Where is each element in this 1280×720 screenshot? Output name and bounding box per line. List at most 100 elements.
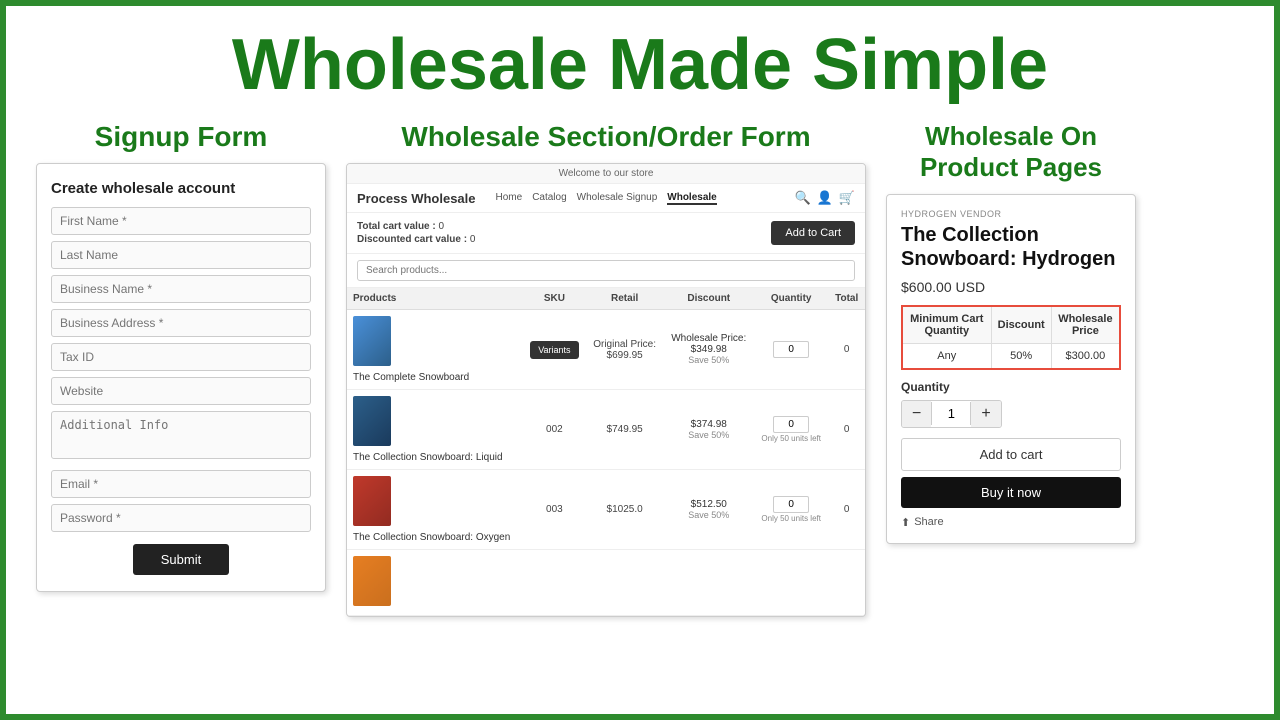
email-input[interactable]: [51, 470, 311, 498]
col-header-discount: Discount: [664, 288, 754, 310]
total-cart-label: Total cart value : 0: [357, 221, 475, 232]
qty-input-field[interactable]: [931, 402, 971, 425]
product-thumbnail: [353, 556, 391, 606]
ws-cart-info: Total cart value : 0 Discounted cart val…: [357, 221, 475, 245]
wt-header-price: WholesalePrice: [1051, 306, 1120, 344]
signup-box-title: Create wholesale account: [51, 180, 311, 197]
vendor-label: HYDROGEN VENDOR: [901, 209, 1121, 219]
ws-search-row: [347, 254, 865, 288]
ws-nav-links: Home Catalog Wholesale Signup Wholesale: [496, 192, 783, 205]
variants-button[interactable]: Variants: [530, 341, 578, 359]
add-to-cart-button[interactable]: Add to cart: [901, 438, 1121, 471]
product-pages-section-title: Wholesale OnProduct Pages: [886, 121, 1136, 183]
wholesale-price: Wholesale Price:$349.98 Save 50%: [670, 333, 748, 366]
wt-discount: 50%: [991, 343, 1051, 369]
total-cell: 0: [828, 390, 865, 470]
signup-section-title: Signup Form: [36, 121, 326, 153]
account-icon[interactable]: 👤: [817, 190, 833, 206]
product-page-box: HYDROGEN VENDOR The Collection Snowboard…: [886, 194, 1136, 544]
product-search-input[interactable]: [357, 260, 855, 281]
wt-price: $300.00: [1051, 343, 1120, 369]
password-input[interactable]: [51, 504, 311, 532]
quantity-stepper[interactable]: − +: [901, 400, 1002, 428]
sku-cell: 003: [523, 470, 586, 550]
ws-nav-brand: Process Wholesale: [357, 191, 476, 206]
retail-cell: $749.95: [586, 390, 664, 470]
retail-price: $1025.0: [592, 504, 658, 515]
quantity-input[interactable]: [773, 416, 809, 433]
col-header-sku: SKU: [523, 288, 586, 310]
wt-min-qty: Any: [902, 343, 991, 369]
tax-id-input[interactable]: [51, 343, 311, 371]
quantity-cell[interactable]: Only 50 units left: [754, 390, 828, 470]
table-row: The Complete Snowboard Variants Original…: [347, 310, 865, 390]
table-row: [347, 550, 865, 616]
product-cell: The Complete Snowboard: [347, 310, 523, 390]
col-header-total: Total: [828, 288, 865, 310]
nav-link-catalog[interactable]: Catalog: [532, 192, 566, 205]
retail-cell: $1025.0: [586, 470, 664, 550]
wt-header-min-qty: Minimum CartQuantity: [902, 306, 991, 344]
ws-topbar: Welcome to our store: [347, 164, 865, 184]
discount-cell: $374.98 Save 50%: [664, 390, 754, 470]
product-thumbnail: [353, 316, 391, 366]
col-header-products: Products: [347, 288, 523, 310]
wholesale-price: $512.50 Save 50%: [670, 499, 748, 521]
nav-link-home[interactable]: Home: [496, 192, 523, 205]
retail-price: Original Price:$699.95: [592, 339, 658, 361]
website-input[interactable]: [51, 377, 311, 405]
search-icon[interactable]: 🔍: [794, 190, 810, 206]
quantity-cell[interactable]: [754, 310, 828, 390]
quantity-input[interactable]: [773, 496, 809, 513]
product-name: The Collection Snowboard: Oxygen: [353, 532, 517, 543]
product-cell: [347, 550, 523, 616]
units-left: Only 50 units left: [761, 434, 821, 443]
wt-header-discount: Discount: [991, 306, 1051, 344]
last-name-input[interactable]: [51, 241, 311, 269]
signup-form-column: Signup Form Create wholesale account Sub…: [36, 121, 326, 592]
discount-cell: $512.50 Save 50%: [664, 470, 754, 550]
nav-link-signup[interactable]: Wholesale Signup: [577, 192, 658, 205]
product-price: $600.00 USD: [901, 279, 1121, 295]
quantity-input[interactable]: [773, 341, 809, 358]
submit-button[interactable]: Submit: [133, 544, 229, 575]
add-to-cart-button[interactable]: Add to Cart: [771, 221, 855, 245]
retail-price: $749.95: [592, 424, 658, 435]
total-cell: 0: [828, 310, 865, 390]
business-name-input[interactable]: [51, 275, 311, 303]
total-cell: 0: [828, 470, 865, 550]
wt-row: Any 50% $300.00: [902, 343, 1120, 369]
product-title: The Collection Snowboard: Hydrogen: [901, 223, 1121, 271]
table-row: The Collection Snowboard: Oxygen 003 $10…: [347, 470, 865, 550]
share-row: ⬆ Share: [901, 516, 1121, 529]
cart-icon[interactable]: 🛒: [839, 190, 855, 206]
qty-decrease-button[interactable]: −: [902, 401, 931, 427]
wholesale-box: Welcome to our store Process Wholesale H…: [346, 163, 866, 617]
ws-cart-row: Total cart value : 0 Discounted cart val…: [347, 213, 865, 254]
main-headline: Wholesale Made Simple: [36, 26, 1244, 105]
product-thumbnail: [353, 396, 391, 446]
discounted-cart-label: Discounted cart value : 0: [357, 234, 475, 245]
wholesale-pricing-table: Minimum CartQuantity Discount WholesaleP…: [901, 305, 1121, 370]
col-header-quantity: Quantity: [754, 288, 828, 310]
ws-products-table: Products SKU Retail Discount Quantity To…: [347, 288, 865, 616]
quantity-label: Quantity: [901, 380, 1121, 394]
nav-link-wholesale[interactable]: Wholesale: [667, 192, 716, 205]
quantity-cell[interactable]: Only 50 units left: [754, 470, 828, 550]
business-address-input[interactable]: [51, 309, 311, 337]
sku-cell: Variants: [523, 310, 586, 390]
discount-cell: Wholesale Price:$349.98 Save 50%: [664, 310, 754, 390]
first-name-input[interactable]: [51, 207, 311, 235]
additional-info-input[interactable]: [51, 411, 311, 459]
share-icon: ⬆: [901, 516, 910, 529]
buy-now-button[interactable]: Buy it now: [901, 477, 1121, 508]
product-cell: The Collection Snowboard: Liquid: [347, 390, 523, 470]
wholesale-order-form-column: Wholesale Section/Order Form Welcome to …: [346, 121, 866, 617]
ws-nav: Process Wholesale Home Catalog Wholesale…: [347, 184, 865, 213]
share-label[interactable]: Share: [914, 516, 943, 528]
units-left: Only 50 units left: [761, 514, 821, 523]
qty-increase-button[interactable]: +: [971, 401, 1000, 427]
wholesale-price: $374.98 Save 50%: [670, 419, 748, 441]
product-pages-column: Wholesale OnProduct Pages HYDROGEN VENDO…: [886, 121, 1136, 543]
product-cell: The Collection Snowboard: Oxygen: [347, 470, 523, 550]
